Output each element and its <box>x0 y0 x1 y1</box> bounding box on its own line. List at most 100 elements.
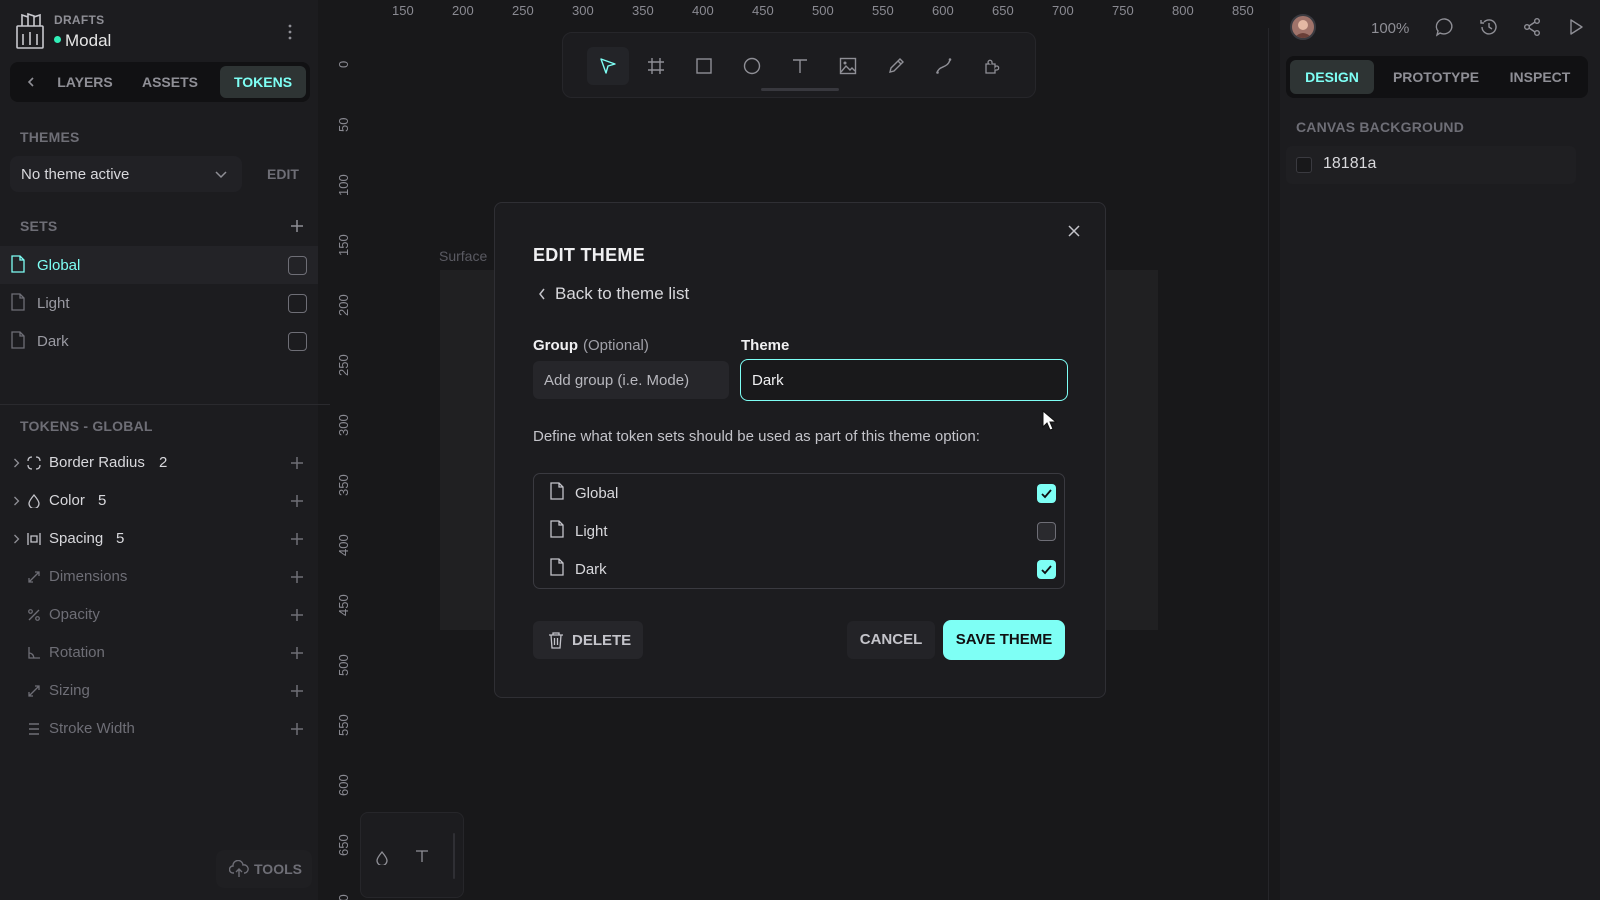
share-icon[interactable] <box>1522 17 1542 37</box>
minibar-scroll[interactable] <box>453 833 455 879</box>
text-icon[interactable] <box>415 849 429 863</box>
ruler-tick-label: 700 <box>1052 3 1074 18</box>
group-input[interactable] <box>533 361 729 399</box>
token-group-color[interactable]: Color 5 <box>0 482 318 520</box>
set-label: Global <box>37 257 81 274</box>
token-group-rotation[interactable]: Rotation <box>0 634 318 672</box>
close-icon[interactable] <box>1065 222 1083 240</box>
canvas-edge <box>1268 28 1269 900</box>
theme-name-input[interactable] <box>740 359 1068 401</box>
play-icon[interactable] <box>1566 17 1586 37</box>
chevron-right-icon <box>14 458 20 468</box>
theme-set-global[interactable]: Global <box>534 474 1064 512</box>
set-active-checkbox[interactable] <box>288 256 307 275</box>
spacing-icon <box>27 533 41 545</box>
text-palette-bar <box>360 812 464 898</box>
ruler-tick-label: 250 <box>512 3 534 18</box>
group-label: Group <box>533 337 578 354</box>
tab-inspect[interactable]: INSPECT <box>1496 60 1584 94</box>
set-item-light[interactable]: Light <box>0 284 318 322</box>
ruler-tick-label: 150 <box>336 234 351 256</box>
move-tool[interactable] <box>587 47 629 85</box>
set-item-dark[interactable]: Dark <box>0 322 318 360</box>
add-token-icon[interactable] <box>289 569 305 585</box>
back-label: Back to theme list <box>555 284 690 303</box>
tools-button[interactable]: TOOLS <box>216 850 312 888</box>
chevron-left-icon[interactable] <box>22 72 40 92</box>
color-drop-icon[interactable] <box>375 851 389 865</box>
canvas-color-swatch[interactable] <box>1296 157 1312 173</box>
add-token-icon[interactable] <box>289 607 305 623</box>
token-group-label: Sizing <box>49 682 90 699</box>
right-sidebar: 100% DESIGN PROTOTYPE INSPECT CANVAS BAC… <box>1280 0 1600 900</box>
theme-set-light[interactable]: Light <box>534 512 1064 550</box>
add-set-icon[interactable] <box>289 218 305 234</box>
project-name[interactable]: Modal <box>65 31 111 51</box>
left-sidebar: DRAFTS Modal LAYERS ASSETS TOKENS THEMES… <box>0 0 330 900</box>
back-to-theme-list-link[interactable]: Back to theme list <box>535 283 735 305</box>
theme-set-checkbox[interactable] <box>1037 522 1056 541</box>
canvas-color-value[interactable]: 18181a <box>1323 155 1376 173</box>
comments-icon[interactable] <box>1435 17 1455 37</box>
set-active-checkbox[interactable] <box>288 294 307 313</box>
edit-themes-button[interactable]: EDIT <box>256 156 310 192</box>
ellipse-tool[interactable] <box>731 47 773 85</box>
set-item-global[interactable]: Global <box>0 246 318 284</box>
tab-prototype[interactable]: PROTOTYPE <box>1382 60 1490 94</box>
token-group-sizing[interactable]: Sizing <box>0 672 318 710</box>
add-token-icon[interactable] <box>289 531 305 547</box>
toolbar-handle[interactable] <box>761 88 839 91</box>
board-label[interactable]: Surface <box>439 248 487 264</box>
more-menu-icon[interactable] <box>286 22 294 42</box>
delete-theme-button[interactable]: DELETE <box>533 621 643 659</box>
theme-set-label: Light <box>575 523 608 540</box>
board-tool[interactable] <box>635 47 677 85</box>
theme-set-dark[interactable]: Dark <box>534 550 1064 588</box>
cancel-button[interactable]: CANCEL <box>847 621 935 659</box>
token-group-border-radius[interactable]: Border Radius 2 <box>0 444 318 482</box>
canvas-background-field[interactable]: 18181a <box>1286 146 1576 184</box>
ruler-tick-label: 400 <box>692 3 714 18</box>
zoom-level[interactable]: 100% <box>1371 20 1409 37</box>
tab-assets[interactable]: ASSETS <box>132 66 208 98</box>
rectangle-tool[interactable] <box>683 47 725 85</box>
token-group-opacity[interactable]: Opacity <box>0 596 318 634</box>
add-token-icon[interactable] <box>289 645 305 661</box>
tab-tokens[interactable]: TOKENS <box>220 66 306 98</box>
token-group-spacing[interactable]: Spacing 5 <box>0 520 318 558</box>
checkmark-icon <box>1041 565 1052 575</box>
user-avatar[interactable] <box>1290 14 1316 40</box>
ruler-tick-label: 200 <box>452 3 474 18</box>
ruler-tick-label: 500 <box>336 654 351 676</box>
save-theme-button[interactable]: SAVE THEME <box>943 620 1065 660</box>
color-drop-icon <box>28 494 40 508</box>
text-tool[interactable] <box>779 47 821 85</box>
ruler-tick-label: 600 <box>932 3 954 18</box>
history-icon[interactable] <box>1479 17 1499 37</box>
token-group-label: Color <box>49 492 85 509</box>
project-status-dot <box>54 36 61 43</box>
token-group-dimensions[interactable]: Dimensions <box>0 558 318 596</box>
path-tool[interactable] <box>923 47 965 85</box>
penpot-logo-icon[interactable] <box>14 12 46 50</box>
add-token-icon[interactable] <box>289 683 305 699</box>
ruler-vertical: 0 50 100 150 200 250 300 350 400 450 500 550 600 650 7… <box>330 24 354 900</box>
frame-icon <box>648 58 664 74</box>
add-token-icon[interactable] <box>289 721 305 737</box>
ruler-horizontal: 150 200 250 300 350 400 450 500 550 600 650 700 750 8… <box>330 0 1270 24</box>
image-tool[interactable] <box>827 47 869 85</box>
theme-set-checkbox[interactable] <box>1037 484 1056 503</box>
theme-select[interactable]: No theme active <box>10 156 242 192</box>
token-group-stroke-width[interactable]: Stroke Width <box>0 710 318 748</box>
set-active-checkbox[interactable] <box>288 332 307 351</box>
pencil-tool[interactable] <box>875 47 917 85</box>
tab-design[interactable]: DESIGN <box>1290 60 1374 94</box>
right-tab-bar: DESIGN PROTOTYPE INSPECT <box>1286 56 1588 98</box>
add-token-icon[interactable] <box>289 455 305 471</box>
theme-set-checkbox[interactable] <box>1037 560 1056 579</box>
add-token-icon[interactable] <box>289 493 305 509</box>
ruler-tick-label: 300 <box>572 3 594 18</box>
checkmark-icon <box>1041 489 1052 499</box>
tab-layers[interactable]: LAYERS <box>48 66 122 98</box>
plugins-tool[interactable] <box>971 47 1013 85</box>
